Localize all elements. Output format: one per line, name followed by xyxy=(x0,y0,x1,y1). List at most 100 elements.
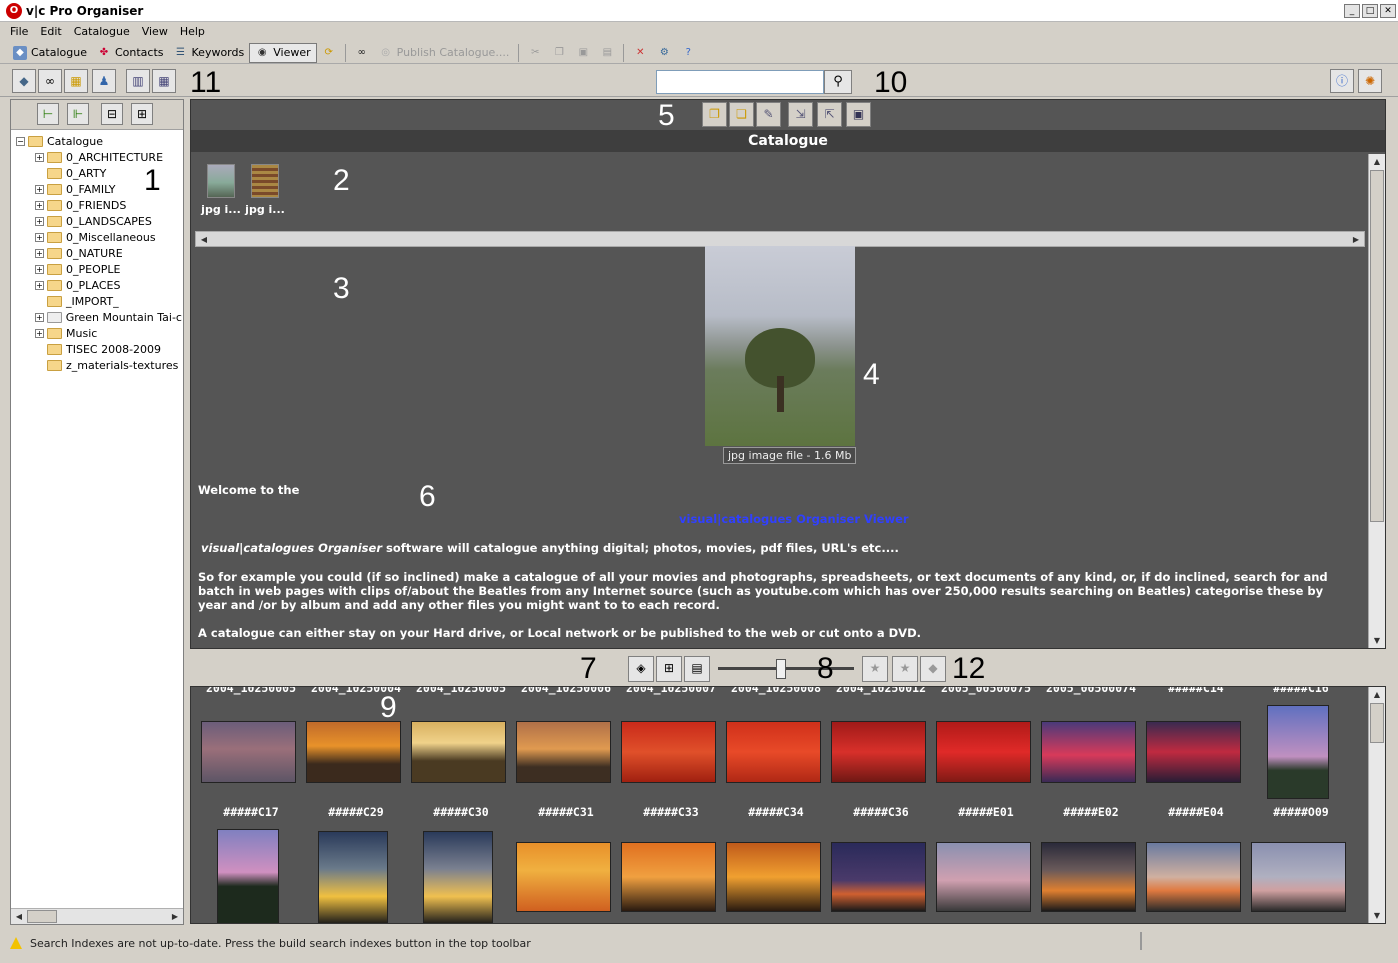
info-button[interactable]: ⓘ xyxy=(1330,69,1354,93)
tree-item[interactable]: + Music xyxy=(11,325,183,341)
tree-item[interactable]: +0_NATURE xyxy=(11,245,183,261)
gallery-thumbnail[interactable] xyxy=(831,721,926,783)
expand-toggle[interactable]: + xyxy=(35,184,44,194)
contacts-button[interactable]: ✤ Contacts xyxy=(92,43,169,63)
build-index-button[interactable]: ⚙ xyxy=(652,43,676,63)
tree-item[interactable]: +0_LANDSCAPES xyxy=(11,213,183,229)
viewer-link[interactable]: visual|catalogues Organiser Viewer xyxy=(679,512,909,526)
gallery-thumbnail[interactable] xyxy=(1041,842,1136,912)
viewer-edit-button[interactable]: ✎ xyxy=(756,102,781,127)
tree-item[interactable]: +0_FRIENDS xyxy=(11,197,183,213)
rating-2-button[interactable]: ★ xyxy=(892,656,918,682)
menu-view[interactable]: View xyxy=(136,25,174,38)
viewer-paste-button[interactable]: ❏ xyxy=(729,102,754,127)
contact-view-button[interactable]: ♟ xyxy=(92,69,116,93)
gallery-thumbnail[interactable] xyxy=(726,842,821,912)
binoculars-button[interactable]: ∞ xyxy=(350,43,374,63)
view-mode-3-button[interactable]: ▤ xyxy=(684,656,710,682)
details-view-button[interactable]: ▥ xyxy=(126,69,150,93)
expand-toggle[interactable]: + xyxy=(35,232,44,242)
scroll-thumb[interactable] xyxy=(1370,170,1384,522)
viewer-button[interactable]: ◉ Viewer xyxy=(249,42,317,63)
scroll-right-icon[interactable]: ▶ xyxy=(167,909,183,924)
thumbnail-scrollbar[interactable]: ◀ ▶ xyxy=(195,231,1365,247)
copy-button[interactable]: ❐ xyxy=(547,43,571,63)
publish-catalogue-button[interactable]: ◎ Publish Catalogue.... xyxy=(374,43,515,63)
tree-add-button[interactable]: ⊩ xyxy=(67,103,89,125)
tag-button[interactable]: ◆ xyxy=(920,656,946,682)
gallery-thumbnail[interactable] xyxy=(936,842,1031,912)
tree-horizontal-scrollbar[interactable]: ◀ ▶ xyxy=(11,908,183,924)
viewer-import-button[interactable]: ⇲ xyxy=(788,102,813,127)
keywords-button[interactable]: ☰ Keywords xyxy=(169,43,250,63)
scroll-thumb[interactable] xyxy=(1370,703,1384,743)
tree-item[interactable]: _IMPORT_ xyxy=(11,293,183,309)
settings-button[interactable]: ✺ xyxy=(1358,69,1382,93)
gallery-thumbnail[interactable] xyxy=(726,721,821,783)
search-input[interactable] xyxy=(656,70,824,94)
viewer-vertical-scrollbar[interactable]: ▲ ▼ xyxy=(1368,154,1385,648)
gallery-thumbnail[interactable] xyxy=(516,842,611,912)
scroll-down-icon[interactable]: ▼ xyxy=(1369,633,1385,648)
tree-item[interactable]: +0_ARCHITECTURE xyxy=(11,149,183,165)
gallery-thumbnail[interactable] xyxy=(217,829,279,923)
gallery-thumbnail[interactable] xyxy=(1267,705,1329,799)
scroll-right-icon[interactable]: ▶ xyxy=(1348,232,1364,247)
search-view-button[interactable]: ∞ xyxy=(38,69,62,93)
tree-item[interactable]: +0_Miscellaneous xyxy=(11,229,183,245)
tree-item[interactable]: +0_PEOPLE xyxy=(11,261,183,277)
gallery-thumbnail[interactable] xyxy=(318,831,388,923)
menu-help[interactable]: Help xyxy=(174,25,211,38)
expand-toggle[interactable]: + xyxy=(35,216,44,226)
tree-item[interactable]: z_materials-textures xyxy=(11,357,183,373)
help-button[interactable]: ? xyxy=(676,43,700,63)
expand-toggle[interactable]: + xyxy=(35,200,44,210)
tree-item[interactable]: TISEC 2008-2009 xyxy=(11,341,183,357)
gallery-thumbnail[interactable] xyxy=(831,842,926,912)
preview-image[interactable] xyxy=(705,246,855,446)
expand-toggle[interactable]: + xyxy=(35,248,44,258)
gallery-thumbnail[interactable] xyxy=(306,721,401,783)
expand-toggle[interactable]: + xyxy=(35,328,44,338)
tree-root[interactable]: − Catalogue xyxy=(11,133,183,149)
tools-button[interactable]: ✕ xyxy=(628,43,652,63)
gallery-thumbnail[interactable] xyxy=(411,721,506,783)
expand-toggle[interactable]: + xyxy=(35,280,44,290)
expand-toggle[interactable]: + xyxy=(35,312,44,322)
thumbs-view-button[interactable]: ▦ xyxy=(152,69,176,93)
gallery-thumbnail[interactable] xyxy=(516,721,611,783)
scroll-up-icon[interactable]: ▲ xyxy=(1369,687,1385,702)
collapse-toggle[interactable]: − xyxy=(16,136,25,146)
menu-file[interactable]: File xyxy=(4,25,34,38)
view-mode-2-button[interactable]: ⊞ xyxy=(656,656,682,682)
scroll-left-icon[interactable]: ◀ xyxy=(196,232,212,247)
tree-view-button[interactable]: ⊢ xyxy=(37,103,59,125)
scroll-up-icon[interactable]: ▲ xyxy=(1369,154,1385,169)
gallery-thumbnail[interactable] xyxy=(621,721,716,783)
cut-button[interactable]: ✂ xyxy=(523,43,547,63)
paste-special-button[interactable]: ▤ xyxy=(595,43,619,63)
thumbnail[interactable]: jpg i... xyxy=(245,164,285,216)
menu-edit[interactable]: Edit xyxy=(34,25,67,38)
refresh-button[interactable]: ⟳ xyxy=(317,43,341,63)
notes-view-button[interactable]: ▦ xyxy=(64,69,88,93)
gallery-vertical-scrollbar[interactable]: ▲ ▼ xyxy=(1368,687,1385,923)
expand-all-button[interactable]: ⊞ xyxy=(131,103,153,125)
rating-1-button[interactable]: ★ xyxy=(862,656,888,682)
gallery-thumbnail[interactable] xyxy=(621,842,716,912)
view-mode-1-button[interactable]: ◈ xyxy=(628,656,654,682)
slider-handle[interactable] xyxy=(776,659,786,679)
scroll-down-icon[interactable]: ▼ xyxy=(1369,908,1385,923)
maximize-button[interactable]: □ xyxy=(1362,3,1378,18)
menu-catalogue[interactable]: Catalogue xyxy=(68,25,136,38)
viewer-export-button[interactable]: ⇱ xyxy=(817,102,842,127)
catalogue-view-button[interactable]: ◆ xyxy=(12,69,36,93)
catalogue-button[interactable]: ◆ Catalogue xyxy=(8,43,92,63)
gallery-thumbnail[interactable] xyxy=(1041,721,1136,783)
gallery-thumbnail[interactable] xyxy=(1146,842,1241,912)
thumbnail[interactable]: jpg i... xyxy=(201,164,241,216)
expand-toggle[interactable]: + xyxy=(35,152,44,162)
minimize-button[interactable]: _ xyxy=(1344,3,1360,18)
scroll-left-icon[interactable]: ◀ xyxy=(11,909,27,924)
viewer-copy-button[interactable]: ❐ xyxy=(702,102,727,127)
